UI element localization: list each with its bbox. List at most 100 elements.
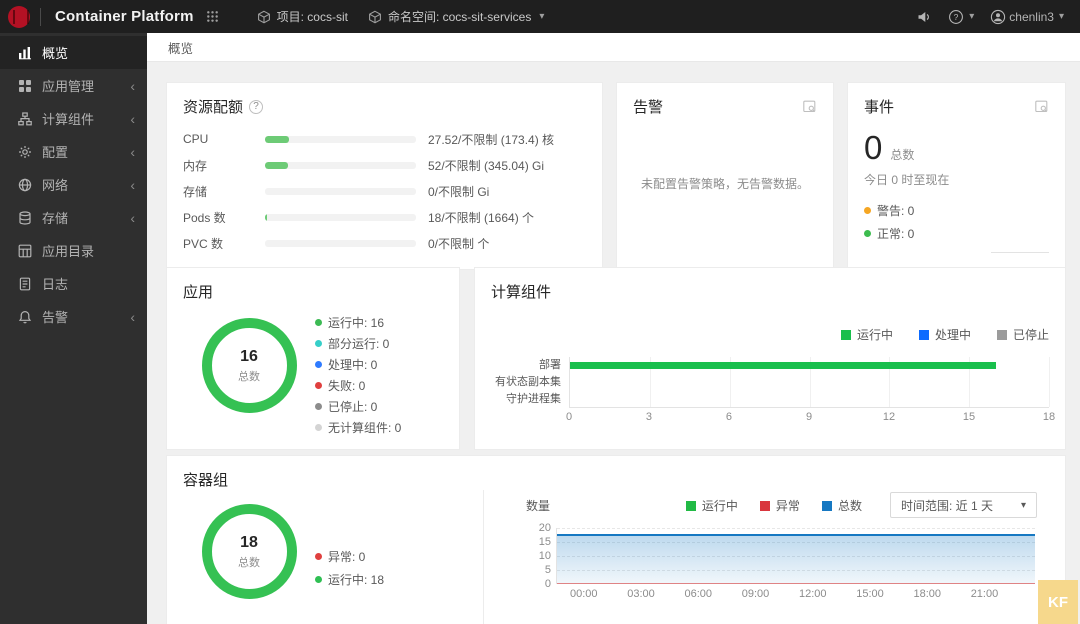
- area-series-total: [557, 533, 1035, 584]
- pods-donut-label: 总数: [238, 556, 260, 569]
- quota-row: 存储 0/不限制 Gi: [183, 178, 586, 204]
- chevron-left-icon: ‹: [130, 209, 135, 226]
- quota-progress-bar: [265, 213, 416, 221]
- quota-value: 0/不限制 个: [428, 236, 490, 251]
- legend-dot: [315, 361, 322, 368]
- events-detail-icon[interactable]: [1034, 99, 1049, 114]
- legend-label: 警告: 0: [877, 204, 915, 218]
- legend-item: 异常: 0: [315, 548, 384, 565]
- quota-value: 0/不限制 Gi: [428, 184, 490, 199]
- applications-title: 应用: [183, 284, 214, 301]
- catalog-icon: [17, 244, 32, 258]
- bar-chart-icon: [17, 46, 32, 60]
- legend-dot: [864, 207, 871, 214]
- x-tick-label: 0: [565, 411, 573, 423]
- sidebar-item-label: 应用管理: [42, 79, 95, 94]
- x-tick-label: 06:00: [684, 588, 713, 600]
- x-tick-label: 15: [962, 411, 976, 423]
- sidebar-item-config[interactable]: 配置 ‹: [0, 135, 147, 168]
- events-sparkline: [991, 252, 1049, 253]
- namespace-selector[interactable]: 命名空间: cocs-sit-services ▾: [368, 8, 544, 25]
- resource-quota-title: 资源配额: [183, 99, 244, 116]
- package-icon: [257, 10, 271, 24]
- sidebar-nav: 概览 应用管理 ‹ 计算组件 ‹ 配置 ‹ 网络 ‹ 存储 ‹ 应用目录 日志 告警 ‹: [0, 33, 147, 624]
- sidebar-item-catalog[interactable]: 应用目录: [0, 234, 147, 267]
- legend-item[interactable]: 运行中: [685, 497, 738, 514]
- events-card: 事件 0 总数 今日 0 时至现在 警告: 0 正常: 0: [847, 82, 1066, 270]
- announcement-button[interactable]: [917, 10, 932, 24]
- chevron-left-icon: ‹: [130, 77, 135, 94]
- package-icon: [368, 10, 382, 24]
- chevron-down-icon: ▾: [539, 11, 545, 22]
- apps-icon: [17, 79, 32, 93]
- quota-resource-label: CPU: [183, 132, 209, 146]
- applications-legend: 运行中: 16 部分运行: 0 处理中: 0 失败: 0 已停止: 0 无计算组件: 0: [315, 314, 401, 436]
- legend-item: 已停止: 0: [315, 398, 401, 415]
- legend-item: 失败: 0: [315, 377, 401, 394]
- product-title: Container Platform: [55, 8, 194, 25]
- category-label: 有状态副本集: [495, 376, 561, 388]
- pods-title: 容器组: [183, 472, 229, 489]
- quota-progress-bar: [265, 135, 416, 143]
- sidebar-item-network[interactable]: 网络 ‹: [0, 168, 147, 201]
- quota-rows: CPU 27.52/不限制 (173.4) 核内存 52/不限制 (345.04) …: [183, 126, 586, 256]
- time-range-select[interactable]: 时间范围: 近 1 天 ▾: [889, 492, 1037, 518]
- gridline: [1049, 357, 1050, 407]
- workloads-card: 计算组件 运行中 处理中 已停止 部署 有状态副本集 守护进程集 0 3 6 9 12 15 18: [474, 267, 1066, 450]
- app-launcher-icon[interactable]: [206, 10, 219, 23]
- quota-resource-label: PVC 数: [183, 236, 224, 251]
- legend-item[interactable]: 异常: [759, 497, 800, 514]
- events-total: 0: [864, 129, 883, 166]
- applications-donut-total: 16: [240, 347, 258, 365]
- sidebar-items: 概览 应用管理 ‹ 计算组件 ‹ 配置 ‹ 网络 ‹ 存储 ‹ 应用目录 日志 告警 ‹: [0, 33, 147, 333]
- quota-row: Pods 数 18/不限制 (1664) 个: [183, 204, 586, 230]
- legend-label: 运行中: 18: [328, 573, 385, 587]
- help-menu-button[interactable]: ? ▾: [948, 9, 974, 25]
- gear-icon: [17, 145, 32, 159]
- user-menu-button[interactable]: chenlin3 ▾: [990, 9, 1064, 25]
- sidebar-item-apps[interactable]: 应用管理 ‹: [0, 69, 147, 102]
- chevron-down-icon: ▾: [1058, 11, 1064, 22]
- sidebar-item-label: 网络: [42, 178, 69, 193]
- log-icon: [17, 277, 32, 291]
- events-legend: 警告: 0 正常: 0: [864, 202, 1049, 242]
- applications-donut-chart: 16 总数: [201, 318, 297, 413]
- quota-row: CPU 27.52/不限制 (173.4) 核: [183, 126, 586, 152]
- sidebar-item-logs[interactable]: 日志: [0, 267, 147, 300]
- category-label: 守护进程集: [506, 393, 561, 405]
- legend-item: 警告: 0: [864, 202, 1049, 219]
- legend-item: 运行中: 16: [315, 314, 401, 331]
- sidebar-item-workloads[interactable]: 计算组件 ‹: [0, 102, 147, 135]
- legend-item[interactable]: 已停止: [996, 326, 1049, 343]
- quota-value: 18/不限制 (1664) 个: [428, 210, 535, 225]
- sidebar-item-storage[interactable]: 存储 ‹: [0, 201, 147, 234]
- timeline-legend: 运行中 异常 总数: [685, 497, 862, 514]
- quota-progress-bar: [265, 239, 416, 247]
- sidebar-item-overview[interactable]: 概览: [0, 36, 147, 69]
- sidebar-item-alerts[interactable]: 告警 ‹: [0, 300, 147, 333]
- help-icon[interactable]: ?: [249, 99, 264, 114]
- x-tick-label: 9: [805, 411, 813, 423]
- breadcrumb: 概览: [147, 33, 1080, 62]
- legend-item[interactable]: 处理中: [918, 326, 971, 343]
- chevron-left-icon: ‹: [130, 176, 135, 193]
- legend-label: 总数: [837, 498, 862, 513]
- legend-item[interactable]: 运行中: [840, 326, 893, 343]
- legend-dot: [315, 403, 322, 410]
- chevron-left-icon: ‹: [130, 143, 135, 160]
- chevron-down-icon: ▾: [1020, 499, 1026, 511]
- alerts-detail-icon[interactable]: [802, 99, 817, 114]
- quota-row: 内存 52/不限制 (345.04) Gi: [183, 152, 586, 178]
- y-tick-label: 15: [538, 536, 551, 548]
- namespace-label: 命名空间: cocs-sit-services: [387, 10, 532, 24]
- timeline-y-label: 数量: [526, 498, 551, 513]
- customer-service-badge[interactable]: KF: [1038, 580, 1078, 624]
- x-tick-label: 12: [882, 411, 896, 423]
- legend-label: 已停止: 0: [328, 400, 378, 414]
- legend-item[interactable]: 总数: [821, 497, 862, 514]
- project-selector[interactable]: 项目: cocs-sit: [257, 8, 348, 25]
- legend-swatch: [821, 500, 832, 511]
- brand-logo: [8, 5, 30, 28]
- breadcrumb-item: 概览: [168, 41, 194, 56]
- legend-label: 异常: [775, 498, 800, 513]
